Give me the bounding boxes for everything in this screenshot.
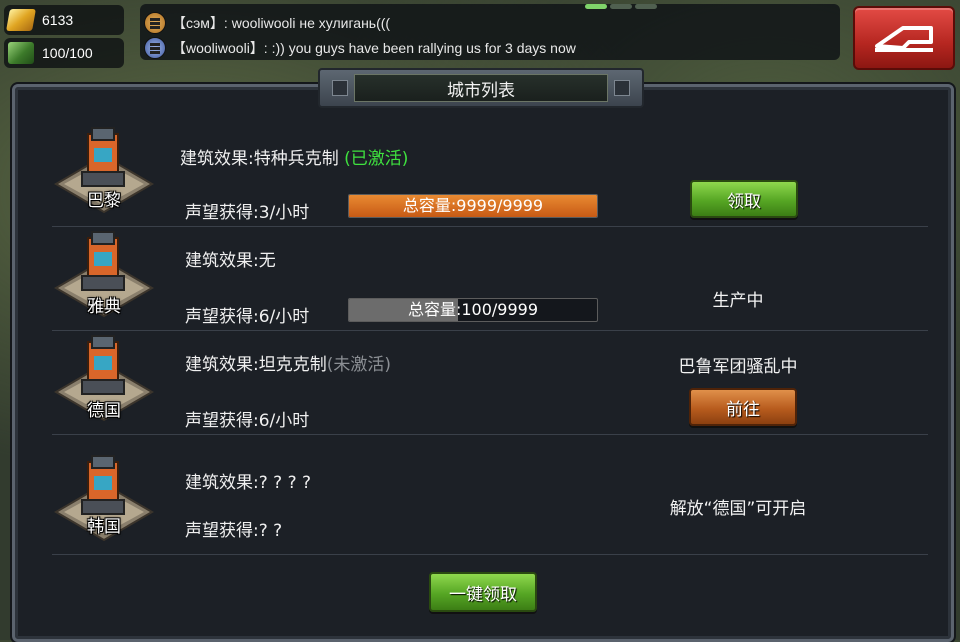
reputation-value: 3/小时 <box>258 203 310 223</box>
chat-panel[interactable]: 【сэм】: wooliwooli не хулигань((( 【wooliw… <box>140 4 840 60</box>
capacity-text: 总容量:9999/9999 <box>349 195 597 217</box>
reputation-line: 声望获得:3/小时 <box>185 198 309 223</box>
rivet <box>614 80 630 96</box>
effect-line: 建筑效果:无 <box>185 246 276 271</box>
capacity-bar: 总容量:100/9999 <box>348 298 598 322</box>
chat-message: 【wooliwooli】: :)) you guys have been ral… <box>144 37 576 59</box>
status-text: 解放“德国”可开启 <box>669 499 807 519</box>
capacity-value: 9999/9999 <box>456 196 544 215</box>
goto-button[interactable]: 前往 <box>689 388 797 426</box>
city-row-paris: 巴黎 建筑效果:特种兵克制 (已激活) 声望获得:3/小时 总容量:9999/9… <box>52 122 928 227</box>
city-row-germany: 德国 建筑效果:坦克克制(未激活) 声望获得:6/小时 巴鲁军团骚乱中 前往 <box>52 330 928 435</box>
reputation-line: 声望获得:6/小时 <box>185 406 309 431</box>
reputation-line: 声望获得:6/小时 <box>185 302 309 327</box>
reputation-value: 6/小时 <box>258 411 310 431</box>
effect-line: 建筑效果:特种兵克制 (已激活) <box>180 144 408 169</box>
rank-badge-icon <box>144 37 166 59</box>
gold-resource[interactable]: 6133 <box>4 5 124 35</box>
effect-label: 建筑效果: <box>180 149 254 169</box>
effect-value: 坦克克制 <box>258 355 327 375</box>
capacity-label: 总容量: <box>407 300 462 319</box>
effect-status: (未激活) <box>326 355 391 375</box>
effect-value: 无 <box>258 251 276 271</box>
reputation-label: 声望获得: <box>185 307 259 327</box>
page-dot <box>585 4 607 9</box>
page-dot <box>610 4 632 9</box>
chat-message-text: 【wooliwooli】: :)) you guys have been ral… <box>172 40 576 56</box>
title-plate: 城市列表 <box>318 68 644 108</box>
page-title: 城市列表 <box>447 80 515 101</box>
status-text: 生产中 <box>712 291 764 311</box>
effect-line: 建筑效果:? ? ? ? <box>185 468 311 493</box>
city-row-athens: 雅典 建筑效果:无 声望获得:6/小时 总容量:100/9999 生产中 <box>52 226 928 331</box>
city-name: 韩国 <box>87 517 121 537</box>
rivet <box>332 80 348 96</box>
effect-line: 建筑效果:坦克克制(未激活) <box>185 350 391 375</box>
capacity-text: 总容量:100/9999 <box>349 299 597 321</box>
capacity-value: 100/9999 <box>461 300 539 319</box>
reputation-value: ? ? <box>258 521 283 541</box>
energy-resource[interactable]: 100/100 <box>4 38 124 68</box>
gold-amount: 6133 <box>42 12 74 28</box>
effect-value: 特种兵克制 <box>253 149 339 169</box>
claim-all-button[interactable]: 一键领取 <box>429 572 537 612</box>
rank-badge-icon <box>144 12 166 34</box>
chat-message: 【сэм】: wooliwooli не хулигань((( <box>144 12 390 34</box>
energy-crate-icon <box>8 42 34 64</box>
reputation-value: 6/小时 <box>258 307 310 327</box>
status-text: 巴鲁军团骚乱中 <box>678 357 798 377</box>
chat-page-indicator <box>585 4 657 9</box>
page-dot <box>635 4 657 9</box>
effect-value: ? ? ? ? <box>258 473 312 493</box>
capacity-bar: 总容量:9999/9999 <box>348 194 598 218</box>
effect-label: 建筑效果: <box>185 355 259 375</box>
energy-amount: 100/100 <box>42 45 93 61</box>
back-arrow-icon <box>875 26 933 52</box>
effect-label: 建筑效果: <box>185 473 259 493</box>
city-name: 德国 <box>87 401 121 421</box>
claim-button[interactable]: 领取 <box>690 180 798 218</box>
reputation-label: 声望获得: <box>185 203 259 223</box>
back-button[interactable] <box>853 6 955 70</box>
city-row-korea: 韩国 建筑效果:? ? ? ? 声望获得:? ? 解放“德国”可开启 <box>52 434 928 555</box>
reputation-label: 声望获得: <box>185 521 259 541</box>
chat-message-text: 【сэм】: wooliwooli не хулигань((( <box>172 15 391 31</box>
effect-status: (已激活) <box>344 149 409 169</box>
capacity-label: 总容量: <box>402 196 457 215</box>
reputation-line: 声望获得:? ? <box>185 516 282 541</box>
gold-bar-icon <box>6 9 36 31</box>
city-name: 巴黎 <box>87 191 121 211</box>
effect-label: 建筑效果: <box>185 251 259 271</box>
city-name: 雅典 <box>87 297 121 317</box>
reputation-label: 声望获得: <box>185 411 259 431</box>
